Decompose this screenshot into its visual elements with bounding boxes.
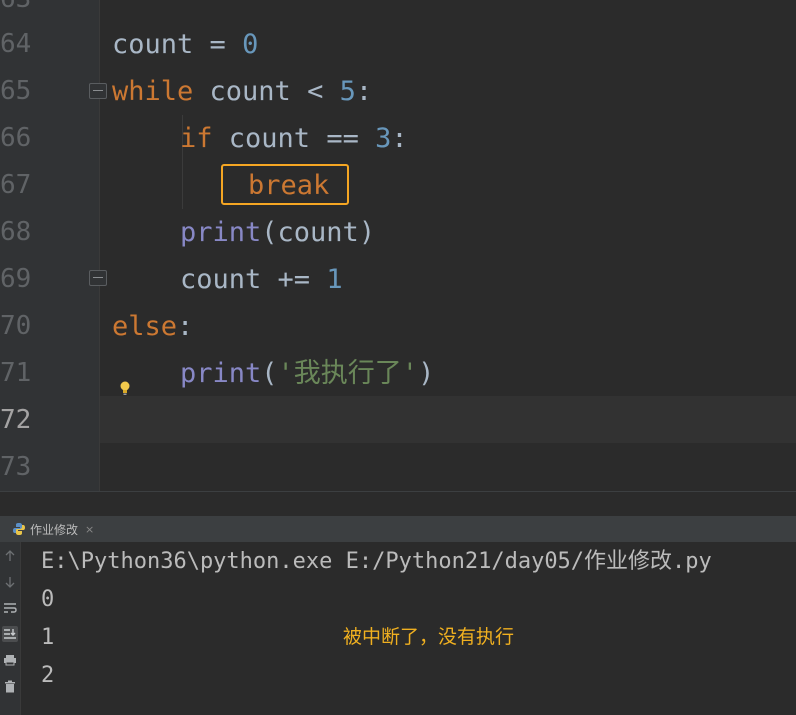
line-number: 71 bbox=[0, 358, 32, 388]
fold-collapse-icon[interactable] bbox=[89, 270, 107, 286]
keyword: while bbox=[112, 76, 194, 107]
panel-separator[interactable] bbox=[0, 491, 796, 517]
builtin-function: print bbox=[180, 358, 262, 389]
code-line-68[interactable]: print(count) bbox=[180, 209, 375, 256]
trash-icon[interactable] bbox=[2, 678, 18, 694]
arrow-up-icon[interactable] bbox=[2, 548, 18, 564]
identifier: count bbox=[193, 76, 308, 107]
line-number: 66 bbox=[0, 123, 32, 153]
code-editor[interactable]: 63 64 65 66 67 68 69 70 71 72 73 count =… bbox=[0, 0, 796, 491]
punctuation: : bbox=[391, 123, 408, 154]
line-number: 70 bbox=[0, 311, 32, 341]
number-literal: 1 bbox=[326, 264, 343, 295]
code-line-69[interactable]: count += 1 bbox=[180, 256, 343, 303]
line-number-current: 72 bbox=[0, 405, 32, 435]
string-literal: '我执行了' bbox=[277, 358, 419, 389]
close-tab-icon[interactable]: × bbox=[85, 523, 94, 536]
arrow-down-icon[interactable] bbox=[2, 574, 18, 590]
builtin-function: print bbox=[180, 217, 262, 248]
number-literal: 5 bbox=[339, 76, 356, 107]
annotation-note: 被中断了，没有执行 bbox=[343, 626, 515, 648]
run-tab[interactable]: 作业修改 × bbox=[12, 519, 94, 539]
print-icon[interactable] bbox=[2, 652, 18, 668]
punctuation: : bbox=[177, 311, 194, 342]
lightbulb-icon[interactable] bbox=[118, 380, 132, 396]
number-literal: 0 bbox=[242, 29, 259, 60]
code-line-65[interactable]: while count < 5: bbox=[112, 68, 372, 115]
line-number-gutter[interactable]: 63 64 65 66 67 68 69 70 71 72 73 bbox=[0, 0, 100, 491]
line-number: 65 bbox=[0, 76, 32, 106]
console-toolbar bbox=[0, 542, 21, 715]
line-number: 63 bbox=[0, 0, 40, 23]
line-number: 68 bbox=[0, 217, 32, 247]
operator: == bbox=[326, 123, 376, 154]
identifier: count bbox=[112, 29, 194, 60]
run-tab-label: 作业修改 bbox=[30, 522, 79, 537]
identifier: count bbox=[180, 264, 278, 295]
current-line-highlight bbox=[100, 396, 796, 443]
highlight-box bbox=[221, 164, 349, 205]
run-tab-bar: 作业修改 × bbox=[0, 516, 796, 542]
code-line-70[interactable]: else: bbox=[112, 303, 193, 350]
scroll-to-end-icon[interactable] bbox=[2, 626, 18, 642]
console-command-line: E:\Python36\python.exe E:/Python21/day05… bbox=[41, 549, 712, 574]
identifier: count bbox=[212, 123, 327, 154]
console-output-line: 2 bbox=[41, 663, 55, 688]
soft-wrap-icon[interactable] bbox=[2, 600, 18, 616]
line-number: 67 bbox=[0, 170, 32, 200]
punctuation: : bbox=[355, 76, 373, 107]
punctuation: ) bbox=[418, 358, 435, 389]
python-file-icon bbox=[13, 523, 25, 535]
fold-collapse-icon[interactable] bbox=[89, 83, 107, 99]
operator: < bbox=[307, 76, 340, 107]
console-output-line: 1 bbox=[41, 625, 55, 650]
punctuation: ( bbox=[261, 358, 278, 389]
arguments: (count) bbox=[261, 217, 376, 248]
line-number: 69 bbox=[0, 264, 32, 294]
operator: = bbox=[193, 29, 243, 60]
operator: += bbox=[277, 264, 327, 295]
line-number: 73 bbox=[0, 452, 32, 482]
number-literal: 3 bbox=[375, 123, 392, 154]
code-line-71[interactable]: print('我执行了') bbox=[180, 350, 434, 397]
run-console[interactable]: E:\Python36\python.exe E:/Python21/day05… bbox=[0, 542, 796, 715]
code-line-64[interactable]: count = 0 bbox=[112, 21, 258, 68]
console-output-line: 0 bbox=[41, 587, 55, 612]
keyword: if bbox=[180, 123, 213, 154]
code-line-66[interactable]: if count == 3: bbox=[180, 115, 408, 162]
line-number: 64 bbox=[0, 29, 32, 59]
keyword: else bbox=[112, 311, 178, 342]
